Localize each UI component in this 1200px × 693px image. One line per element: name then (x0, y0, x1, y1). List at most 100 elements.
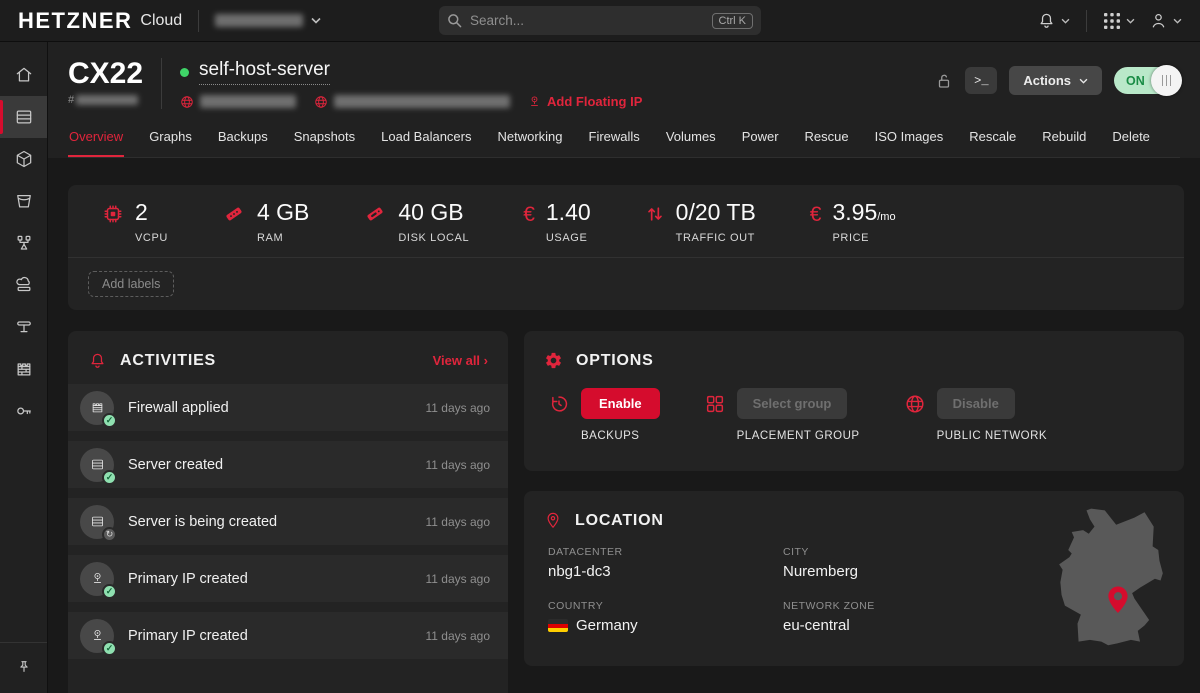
germany-flag-icon (548, 619, 568, 632)
success-badge: ✓ (102, 470, 117, 485)
sidebar-item-security[interactable] (0, 390, 47, 432)
option-label: BACKUPS (581, 430, 660, 442)
server-tabs: Overview Graphs Backups Snapshots Load B… (68, 123, 1180, 158)
actions-label: Actions (1023, 73, 1071, 88)
server-type: CX22 (68, 58, 143, 90)
tab-power[interactable]: Power (741, 123, 780, 157)
search-placeholder: Search... (470, 13, 704, 28)
sidebar-item-home[interactable] (0, 54, 47, 96)
add-labels-button[interactable]: Add labels (88, 271, 174, 297)
server-id: # (68, 94, 143, 106)
option-placement-group: Select group PLACEMENT GROUP (704, 388, 860, 442)
chevron-down-icon (1061, 18, 1070, 24)
chevron-down-icon (1173, 18, 1182, 24)
tab-iso-images[interactable]: ISO Images (874, 123, 945, 157)
power-toggle-label: ON (1126, 74, 1145, 88)
select-group-button[interactable]: Select group (737, 388, 848, 419)
euro-icon: € (810, 204, 822, 244)
activity-time: 11 days ago (426, 515, 491, 529)
notifications-menu[interactable] (1037, 11, 1070, 30)
sidebar-item-firewalls[interactable] (0, 348, 47, 390)
activity-time: 11 days ago (426, 401, 491, 415)
stat-label: USAGE (546, 232, 591, 244)
header-divider (198, 10, 199, 32)
bell-icon (1037, 11, 1056, 30)
field-value: nbg1-dc3 (548, 563, 783, 580)
tab-graphs[interactable]: Graphs (148, 123, 193, 157)
sidebar-divider (0, 642, 47, 643)
bell-icon (88, 351, 107, 370)
sidebar-item-floating-ips[interactable] (0, 264, 47, 306)
power-toggle-knob[interactable] (1151, 65, 1182, 96)
location-field-country: COUNTRY Germany (548, 600, 783, 634)
unlock-icon[interactable] (935, 71, 953, 91)
stat-label: VCPU (135, 232, 168, 244)
stat-value: 3.95/mo (832, 200, 895, 225)
sidebar-spacer (0, 432, 47, 638)
field-value: Nuremberg (783, 563, 1018, 580)
tab-overview[interactable]: Overview (68, 123, 124, 157)
tab-rescue[interactable]: Rescue (804, 123, 850, 157)
activity-row: ✓ Primary IP created 11 days ago (68, 555, 508, 602)
tab-backups[interactable]: Backups (217, 123, 269, 157)
view-all-link[interactable]: View all › (433, 353, 488, 368)
sidebar-item-networks[interactable] (0, 222, 47, 264)
activity-row: ↻ Server is being created 11 days ago (68, 498, 508, 545)
enable-backups-button[interactable]: Enable (581, 388, 660, 419)
activity-text: Firewall applied (128, 400, 229, 416)
search-input[interactable]: Search... Ctrl K (439, 6, 761, 35)
activity-avatar: ✓ (80, 448, 114, 482)
ipv6-address[interactable] (314, 95, 510, 109)
globe-icon (314, 95, 328, 109)
sidebar-item-volumes[interactable] (0, 138, 47, 180)
console-button[interactable]: >_ (965, 67, 997, 94)
ipv4-address[interactable] (180, 95, 296, 109)
tab-rescale[interactable]: Rescale (968, 123, 1017, 157)
tab-delete[interactable]: Delete (1111, 123, 1151, 157)
sidebar-item-servers[interactable] (0, 96, 47, 138)
option-label: PLACEMENT GROUP (737, 430, 860, 442)
floating-ip-icon (14, 275, 34, 295)
server-id-prefix: # (68, 94, 74, 106)
apps-grid-icon (1103, 12, 1121, 30)
tab-rebuild[interactable]: Rebuild (1041, 123, 1087, 157)
add-floating-ip-label: Add Floating IP (547, 94, 642, 109)
field-label: CITY (783, 546, 1018, 558)
user-menu[interactable] (1149, 11, 1182, 30)
add-floating-ip-button[interactable]: Add Floating IP (528, 94, 642, 109)
activity-row: ✓ Server created 11 days ago (68, 441, 508, 488)
activity-time: 11 days ago (426, 572, 491, 586)
tab-snapshots[interactable]: Snapshots (293, 123, 356, 157)
activity-text: Server is being created (128, 514, 277, 530)
user-icon (1149, 11, 1168, 30)
chevron-down-icon (1126, 18, 1135, 24)
sidebar-pin-toggle[interactable] (0, 647, 47, 689)
tab-networking[interactable]: Networking (496, 123, 563, 157)
power-toggle[interactable]: ON (1114, 67, 1180, 94)
placement-group-icon (704, 393, 726, 415)
tab-firewalls[interactable]: Firewalls (588, 123, 641, 157)
sidebar-item-object-storage[interactable] (0, 180, 47, 222)
activity-row: ✓ Firewall applied 11 days ago (68, 384, 508, 431)
success-badge: ✓ (102, 584, 117, 599)
stat-label: DISK LOCAL (398, 232, 469, 244)
tab-volumes[interactable]: Volumes (665, 123, 717, 157)
server-name[interactable]: self-host-server (199, 59, 330, 85)
activity-time: 11 days ago (426, 629, 491, 643)
apps-menu[interactable] (1103, 12, 1135, 30)
sidebar-item-load-balancers[interactable] (0, 306, 47, 348)
gear-icon (544, 351, 563, 370)
top-bar: HETZNER Cloud Search... Ctrl K (0, 0, 1200, 42)
stat-label: PRICE (832, 232, 895, 244)
actions-button[interactable]: Actions (1009, 66, 1102, 95)
stat-value: 4 GB (257, 200, 309, 225)
hetzner-logo: HETZNER (18, 8, 132, 34)
tab-load-balancers[interactable]: Load Balancers (380, 123, 472, 157)
stat-label: TRAFFIC OUT (676, 232, 756, 244)
stat-vcpu: 2 VCPU (102, 200, 168, 244)
option-label: PUBLIC NETWORK (937, 430, 1048, 442)
project-selector[interactable] (215, 14, 321, 27)
disable-public-network-button[interactable]: Disable (937, 388, 1015, 419)
price-suffix: /mo (877, 211, 895, 223)
euro-icon: € (523, 204, 535, 244)
